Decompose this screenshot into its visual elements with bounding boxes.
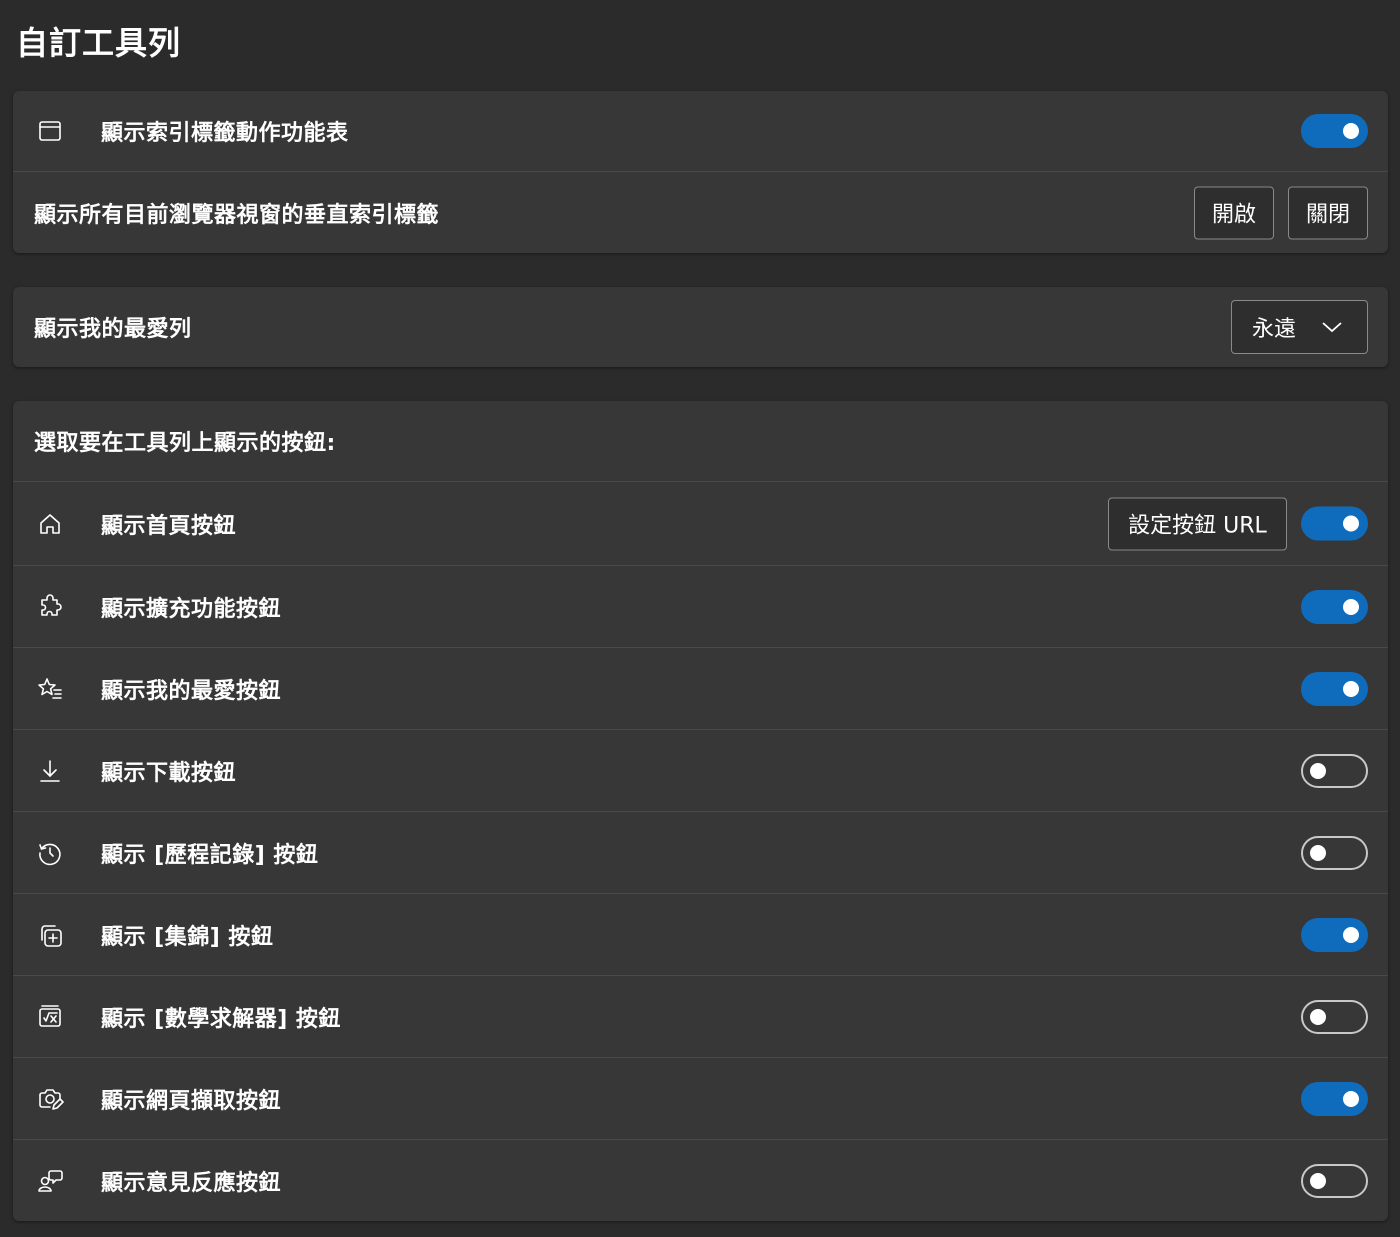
toolbar-item-label: 顯示意見反應按鈕 <box>101 1170 282 1196</box>
toolbar-buttons-header-row: 選取要在工具列上顯示的按鈕: <box>13 401 1388 482</box>
toolbar-item-label: 顯示 [集錦] 按鈕 <box>101 924 274 950</box>
toolbar-item-row: 顯示首頁按鈕 設定按鈕 URL <box>13 482 1388 566</box>
chevron-down-icon <box>1322 322 1342 333</box>
toggle-knob <box>1343 515 1359 532</box>
favorites-bar-label: 顯示我的最愛列 <box>34 317 192 342</box>
home-button-toggle[interactable] <box>1301 506 1368 541</box>
toolbar-item-label: 顯示擴充功能按鈕 <box>101 596 282 622</box>
toggle-knob <box>1343 598 1359 615</box>
toolbar-item-row: 顯示 [數學求解器] 按鈕 <box>13 976 1388 1058</box>
toolbar-buttons-card: 選取要在工具列上顯示的按鈕: 顯示首頁按鈕 設定按鈕 URL 顯示擴充功能按鈕 … <box>13 401 1388 1221</box>
extensions-button-toggle[interactable] <box>1301 589 1368 624</box>
favorites-bar-value: 永遠 <box>1252 317 1297 342</box>
toolbar-buttons-header: 選取要在工具列上顯示的按鈕: <box>34 431 336 456</box>
tab-actions-toggle[interactable] <box>1301 114 1368 148</box>
feedback-button-toggle[interactable] <box>1301 1163 1368 1198</box>
collections-icon <box>35 920 65 950</box>
toggle-knob <box>1343 123 1359 139</box>
toolbar-item-label: 顯示首頁按鈕 <box>101 513 237 539</box>
toolbar-item-label: 顯示網頁擷取按鈕 <box>101 1088 282 1114</box>
math-solver-icon <box>35 1002 65 1032</box>
set-button-url-button[interactable]: 設定按鈕 URL <box>1108 497 1287 550</box>
web-capture-icon <box>35 1084 65 1114</box>
feedback-icon <box>35 1166 65 1196</box>
favorites-bar-card: 顯示我的最愛列 永遠 <box>13 287 1388 367</box>
toggle-knob <box>1310 1172 1326 1189</box>
tab-actions-icon <box>35 116 65 146</box>
toolbar-item-row: 顯示 [歷程記錄] 按鈕 <box>13 812 1388 894</box>
collections-button-toggle[interactable] <box>1301 917 1368 952</box>
vertical-tabs-open-button[interactable]: 開啟 <box>1194 186 1274 239</box>
download-button-toggle[interactable] <box>1301 753 1368 788</box>
tab-settings-card: 顯示索引標籤動作功能表 顯示所有目前瀏覽器視窗的垂直索引標籤 開啟 關閉 <box>13 91 1388 253</box>
toggle-knob <box>1343 680 1359 697</box>
toolbar-item-row: 顯示意見反應按鈕 <box>13 1140 1388 1221</box>
toolbar-item-row: 顯示下載按鈕 <box>13 730 1388 812</box>
history-icon <box>35 838 65 868</box>
toolbar-item-label: 顯示我的最愛按鈕 <box>101 678 282 704</box>
toolbar-item-row: 顯示網頁擷取按鈕 <box>13 1058 1388 1140</box>
toggle-knob <box>1310 844 1326 861</box>
favorites-bar-row: 顯示我的最愛列 永遠 <box>13 287 1388 367</box>
toolbar-item-row: 顯示 [集錦] 按鈕 <box>13 894 1388 976</box>
download-icon <box>35 756 65 786</box>
toggle-knob <box>1343 926 1359 943</box>
tab-actions-label: 顯示索引標籤動作功能表 <box>101 121 349 146</box>
vertical-tabs-label: 顯示所有目前瀏覽器視窗的垂直索引標籤 <box>34 202 440 228</box>
toggle-knob <box>1310 762 1326 779</box>
toggle-knob <box>1343 1090 1359 1107</box>
web-capture-button-toggle[interactable] <box>1301 1081 1368 1116</box>
toolbar-item-label: 顯示 [歷程記錄] 按鈕 <box>101 842 319 868</box>
vertical-tabs-close-button[interactable]: 關閉 <box>1288 186 1368 239</box>
toolbar-item-row: 顯示我的最愛按鈕 <box>13 648 1388 730</box>
vertical-tabs-row: 顯示所有目前瀏覽器視窗的垂直索引標籤 開啟 關閉 <box>13 172 1388 253</box>
favorites-button-toggle[interactable] <box>1301 671 1368 706</box>
toolbar-item-label: 顯示 [數學求解器] 按鈕 <box>101 1006 341 1032</box>
tab-actions-row: 顯示索引標籤動作功能表 <box>13 91 1388 172</box>
math-solver-button-toggle[interactable] <box>1301 999 1368 1034</box>
puzzle-icon <box>35 592 65 622</box>
favorites-icon <box>35 674 65 704</box>
history-button-toggle[interactable] <box>1301 835 1368 870</box>
favorites-bar-dropdown[interactable]: 永遠 <box>1231 300 1368 354</box>
page-title: 自訂工具列 <box>16 24 182 62</box>
toolbar-item-row: 顯示擴充功能按鈕 <box>13 566 1388 648</box>
home-icon <box>35 509 65 539</box>
toolbar-item-label: 顯示下載按鈕 <box>101 760 237 786</box>
toggle-knob <box>1310 1008 1326 1025</box>
